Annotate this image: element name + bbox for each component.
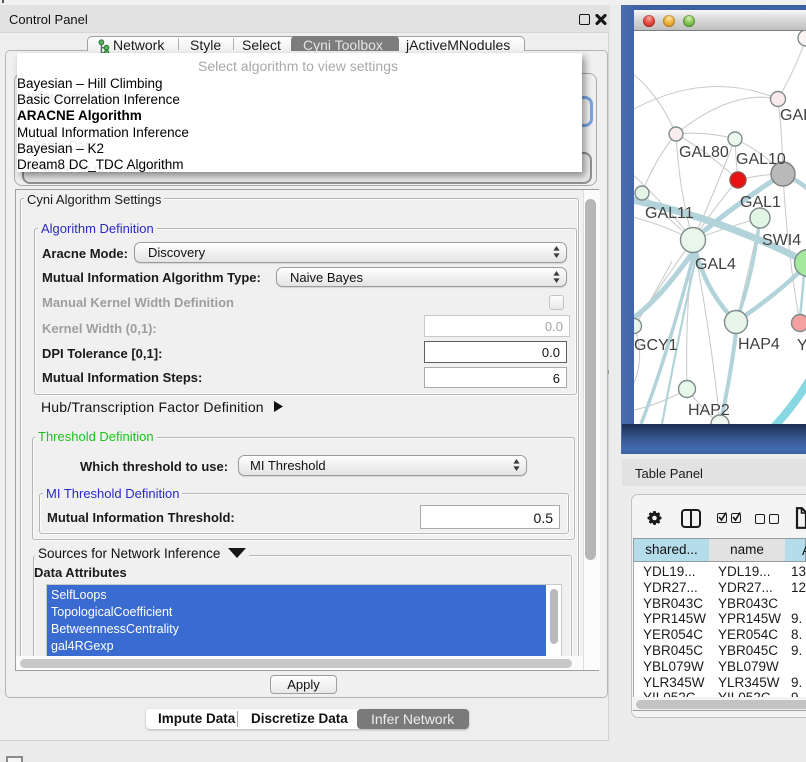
svg-text:GAL: GAL (780, 107, 806, 124)
svg-text:HAP2: HAP2 (688, 402, 730, 419)
svg-text:GAL80: GAL80 (679, 144, 729, 161)
svg-text:SWI4: SWI4 (762, 232, 801, 249)
svg-text:GAL11: GAL11 (645, 205, 694, 222)
svg-text:GCY1: GCY1 (634, 337, 678, 354)
svg-text:HAP4: HAP4 (738, 336, 780, 353)
svg-text:Y: Y (797, 337, 806, 354)
svg-text:GAL4: GAL4 (695, 256, 736, 273)
svg-text:GAL1: GAL1 (740, 194, 781, 211)
svg-text:GAL10: GAL10 (736, 151, 786, 168)
